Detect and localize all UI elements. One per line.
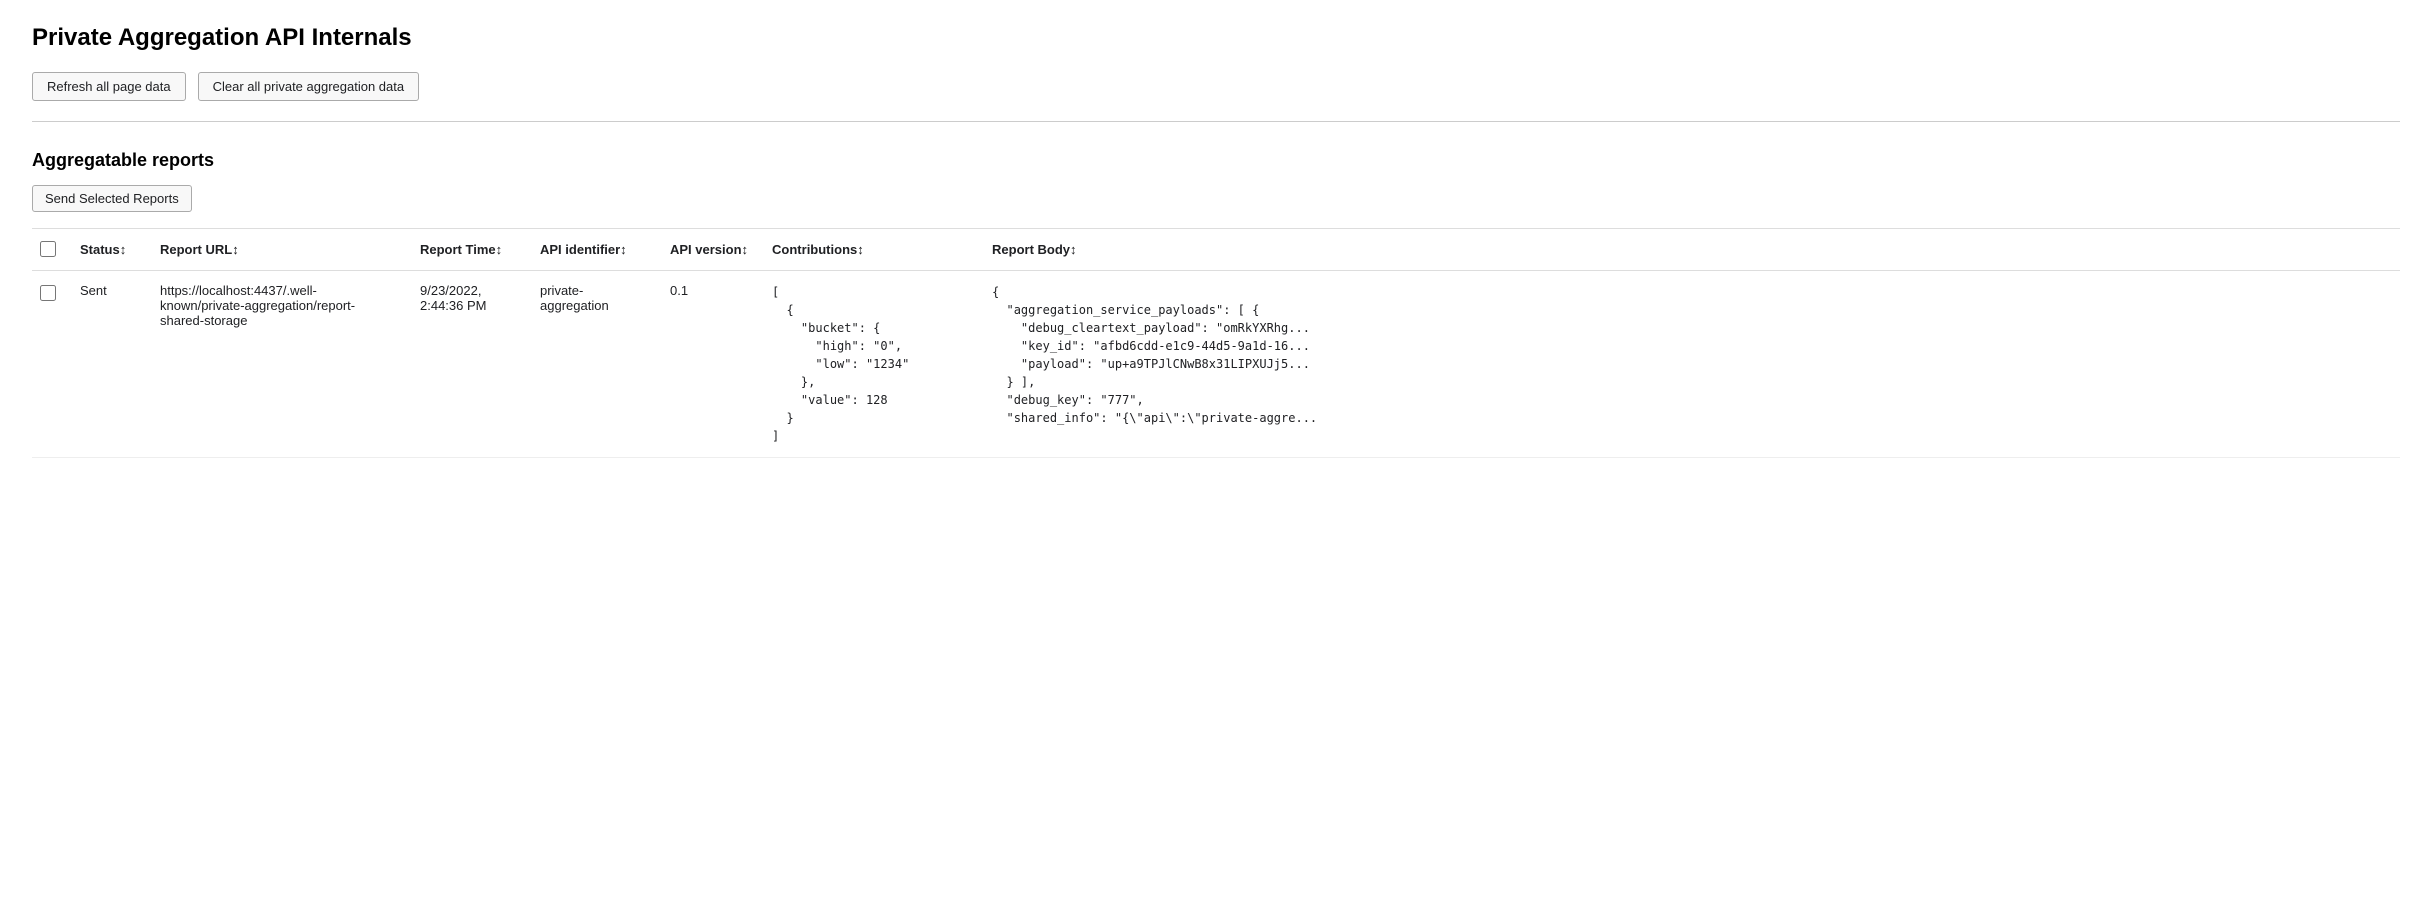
table-row: Sent https://localhost:4437/.well-known/… bbox=[32, 271, 2400, 458]
clear-button[interactable]: Clear all private aggregation data bbox=[198, 72, 420, 101]
refresh-button[interactable]: Refresh all page data bbox=[32, 72, 186, 101]
send-selected-reports-button[interactable]: Send Selected Reports bbox=[32, 185, 192, 212]
header-report-time[interactable]: Report Time↕ bbox=[408, 229, 528, 271]
row-checkbox[interactable] bbox=[40, 285, 56, 301]
divider bbox=[32, 121, 2400, 122]
top-toolbar: Refresh all page data Clear all private … bbox=[32, 72, 2400, 101]
row-report-url: https://localhost:4437/.well-known/priva… bbox=[148, 271, 408, 458]
row-contributions: [ { "bucket": { "high": "0", "low": "123… bbox=[760, 271, 980, 458]
row-checkbox-cell bbox=[32, 271, 68, 458]
header-contributions[interactable]: Contributions↕ bbox=[760, 229, 980, 271]
reports-section: Aggregatable reports Send Selected Repor… bbox=[32, 150, 2400, 458]
header-status[interactable]: Status↕ bbox=[68, 229, 148, 271]
reports-table: Status↕ Report URL↕ Report Time↕ API ide… bbox=[32, 228, 2400, 458]
select-all-checkbox[interactable] bbox=[40, 241, 56, 257]
table-header-row: Status↕ Report URL↕ Report Time↕ API ide… bbox=[32, 229, 2400, 271]
header-api-identifier[interactable]: API identifier↕ bbox=[528, 229, 658, 271]
row-api-version: 0.1 bbox=[658, 271, 760, 458]
row-api-identifier: private-aggregation bbox=[528, 271, 658, 458]
row-report-time: 9/23/2022, 2:44:36 PM bbox=[408, 271, 528, 458]
header-report-body[interactable]: Report Body↕ bbox=[980, 229, 2400, 271]
header-api-version[interactable]: API version↕ bbox=[658, 229, 760, 271]
page-title: Private Aggregation API Internals bbox=[32, 24, 2400, 52]
row-status: Sent bbox=[68, 271, 148, 458]
row-report-body: { "aggregation_service_payloads": [ { "d… bbox=[980, 271, 2400, 458]
reports-section-title: Aggregatable reports bbox=[32, 150, 2400, 171]
header-checkbox-col bbox=[32, 229, 68, 271]
header-report-url[interactable]: Report URL↕ bbox=[148, 229, 408, 271]
